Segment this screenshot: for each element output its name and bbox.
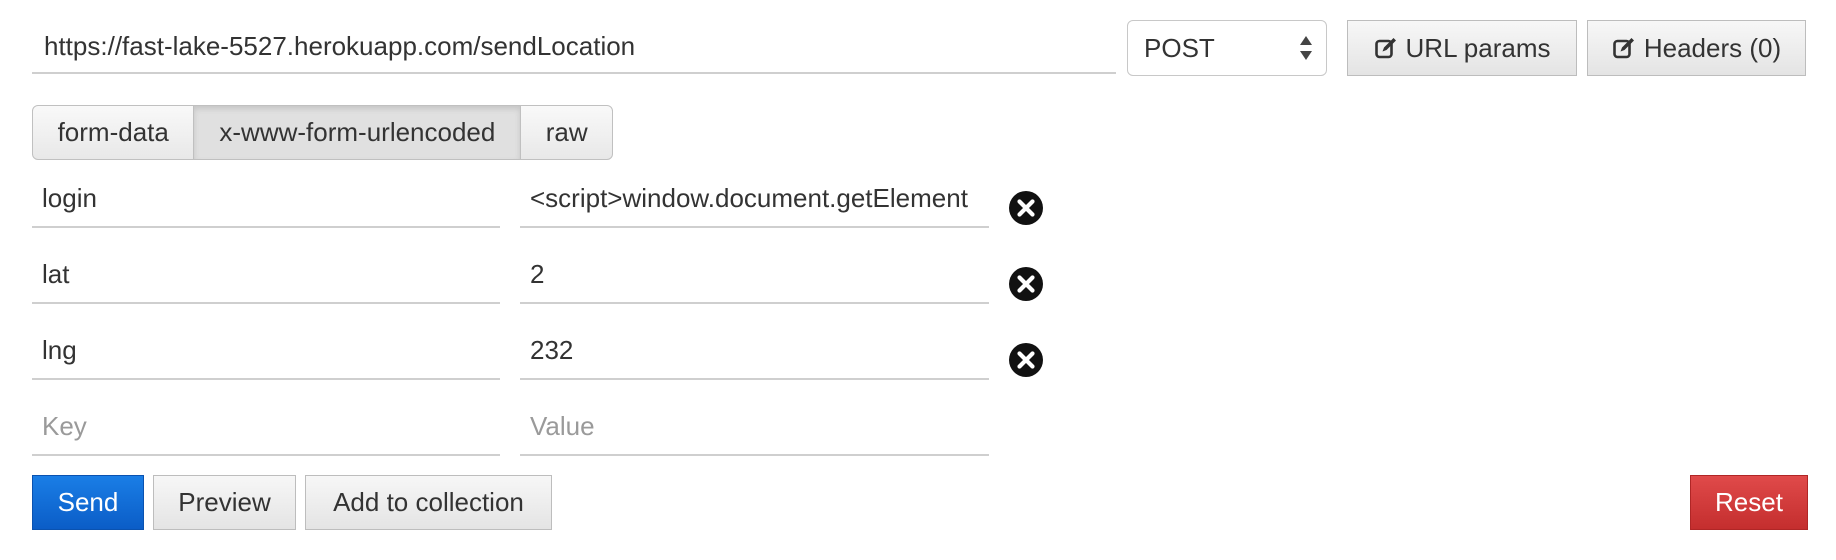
method-select-value: POST	[1144, 33, 1215, 63]
new-param-value-input[interactable]: Value	[520, 398, 989, 456]
tab-raw[interactable]: raw	[521, 106, 612, 159]
edit-icon	[1374, 38, 1396, 59]
headers-button[interactable]: Headers (0)	[1587, 20, 1806, 76]
send-button[interactable]: Send	[32, 475, 144, 530]
param-key-input[interactable]: lng	[32, 322, 500, 380]
remove-circle-icon[interactable]	[1008, 190, 1044, 226]
edit-icon	[1613, 38, 1634, 59]
param-value-input[interactable]: 2	[520, 246, 989, 304]
select-arrows-icon	[1300, 34, 1312, 62]
preview-button[interactable]: Preview	[153, 475, 296, 530]
param-key-input[interactable]: login	[32, 170, 500, 228]
tab-form-data[interactable]: form-data	[33, 106, 195, 159]
param-key-input[interactable]: lat	[32, 246, 500, 304]
new-param-key-input[interactable]: Key	[32, 398, 500, 456]
headers-label: Headers (0)	[1643, 32, 1782, 63]
remove-circle-icon[interactable]	[1008, 342, 1044, 378]
tab-x-www-form-urlencoded[interactable]: x-www-form-urlencoded	[194, 106, 522, 159]
body-type-tabs: form-data x-www-form-urlencoded raw	[32, 105, 613, 160]
url-input[interactable]: https://fast-lake-5527.herokuapp.com/sen…	[32, 18, 1116, 74]
param-value-input[interactable]: 232	[520, 322, 989, 380]
method-select[interactable]: POST	[1127, 20, 1327, 76]
add-to-collection-button[interactable]: Add to collection	[305, 475, 552, 530]
param-value-input[interactable]: <script>window.document.getElement	[520, 170, 989, 228]
remove-circle-icon[interactable]	[1008, 266, 1044, 302]
reset-button[interactable]: Reset	[1690, 475, 1808, 530]
url-params-label: URL params	[1405, 32, 1551, 63]
url-params-button[interactable]: URL params	[1347, 20, 1577, 76]
